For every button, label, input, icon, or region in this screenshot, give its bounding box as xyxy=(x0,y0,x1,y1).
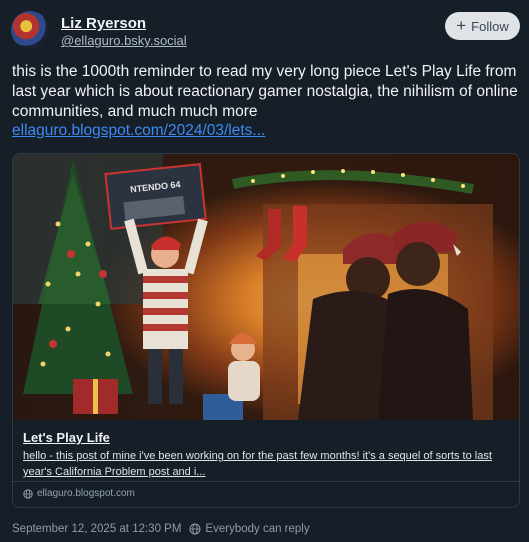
reply-setting[interactable]: Everybody can reply xyxy=(189,523,310,535)
author-handle[interactable]: @ellaguro.bsky.social xyxy=(61,33,187,48)
post-text: this is the 1000th reminder to read my v… xyxy=(12,63,518,120)
follow-button[interactable]: + Follow xyxy=(445,12,520,40)
card-domain-row[interactable]: ellaguro.blogspot.com xyxy=(23,488,135,499)
post-link[interactable]: ellaguro.blogspot.com/2024/03/lets... xyxy=(12,122,265,140)
follow-button-label: Follow xyxy=(471,18,509,34)
author-name[interactable]: Liz Ryerson xyxy=(61,15,146,32)
card-description[interactable]: hello - this post of mine i've been work… xyxy=(23,448,511,480)
globe-icon xyxy=(23,488,33,499)
timestamp[interactable]: September 12, 2025 at 12:30 PM xyxy=(12,523,181,535)
globe-icon xyxy=(189,523,201,535)
card-image[interactable]: NTENDO 64 xyxy=(13,154,519,420)
post-footer: September 12, 2025 at 12:30 PM Everybody… xyxy=(12,523,310,535)
card-divider xyxy=(13,481,519,482)
plus-icon: + xyxy=(456,16,467,35)
card-title[interactable]: Let's Play Life xyxy=(23,430,110,445)
card-domain: ellaguro.blogspot.com xyxy=(37,488,135,499)
avatar[interactable] xyxy=(11,11,49,49)
link-card[interactable]: NTENDO 64 Let's Play Life hello - this p… xyxy=(12,153,520,508)
reply-setting-label: Everybody can reply xyxy=(205,523,310,535)
